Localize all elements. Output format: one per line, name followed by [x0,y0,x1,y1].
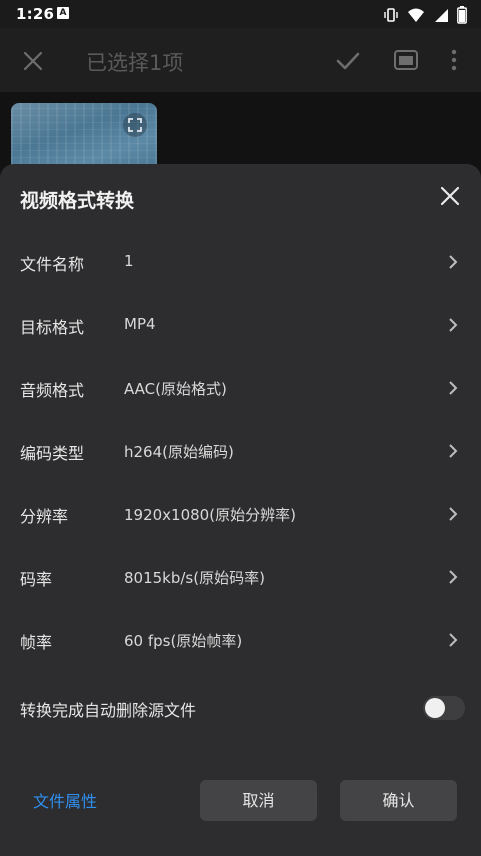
close-icon[interactable] [438,184,462,208]
row-value: 1 [124,252,134,270]
row-codec-type[interactable]: 编码类型 h264(原始编码) [0,431,481,471]
row-label: 分辨率 [20,507,69,526]
chevron-right-icon [446,568,460,586]
folder-icon[interactable] [393,47,419,73]
chevron-right-icon [446,505,460,523]
row-value: 8015kb/s(原始码率) [124,569,265,587]
chevron-right-icon [446,316,460,334]
confirm-button[interactable]: 确认 [340,780,457,821]
row-resolution[interactable]: 分辨率 1920x1080(原始分辨率) [0,494,481,534]
close-selection-icon[interactable] [20,48,46,74]
row-label: 帧率 [20,633,53,652]
row-value: AAC(原始格式) [124,380,227,398]
status-time: 1:26 [16,5,55,23]
row-label: 编码类型 [20,444,85,463]
chevron-right-icon [446,253,460,271]
status-icons [383,6,467,28]
row-label: 文件名称 [20,255,85,274]
chevron-right-icon [446,379,460,397]
select-all-check-icon[interactable] [335,48,361,74]
row-label: 目标格式 [20,318,85,337]
sheet-title: 视频格式转换 [20,190,135,212]
expand-icon[interactable] [123,113,147,137]
chevron-right-icon [446,442,460,460]
row-bitrate[interactable]: 码率 8015kb/s(原始码率) [0,557,481,597]
auto-delete-label: 转换完成自动删除源文件 [20,701,197,720]
row-value: 60 fps(原始帧率) [124,632,243,650]
more-options-icon[interactable] [444,46,464,74]
row-auto-delete: 转换完成自动删除源文件 [0,688,481,728]
row-audio-format[interactable]: 音频格式 AAC(原始格式) [0,368,481,408]
row-label: 码率 [20,570,53,589]
signal-icon [433,7,449,27]
auto-delete-toggle[interactable] [423,696,465,720]
toggle-knob [425,698,445,718]
chevron-right-icon [446,631,460,649]
row-target-format[interactable]: 目标格式 MP4 [0,305,481,345]
row-value: 1920x1080(原始分辨率) [124,506,296,524]
row-frame-rate[interactable]: 帧率 60 fps(原始帧率) [0,620,481,660]
video-convert-sheet: 视频格式转换 文件名称 1 目标格式 MP4 音频格式 AAC(原始格式) 编码… [0,164,481,856]
cancel-button[interactable]: 取消 [200,780,317,821]
selection-app-bar: 已选择1项 [0,28,481,92]
notification-icon: A [57,7,69,19]
vibrate-icon [383,7,399,27]
wifi-icon [407,7,425,27]
selection-count-title: 已选择1项 [86,51,184,75]
row-value: h264(原始编码) [124,443,234,461]
row-value: MP4 [124,315,156,333]
battery-icon [457,6,467,28]
row-file-name[interactable]: 文件名称 1 [0,242,481,282]
file-properties-link[interactable]: 文件属性 [33,788,97,812]
row-label: 音频格式 [20,381,85,400]
status-bar: 1:26 A [0,0,481,28]
